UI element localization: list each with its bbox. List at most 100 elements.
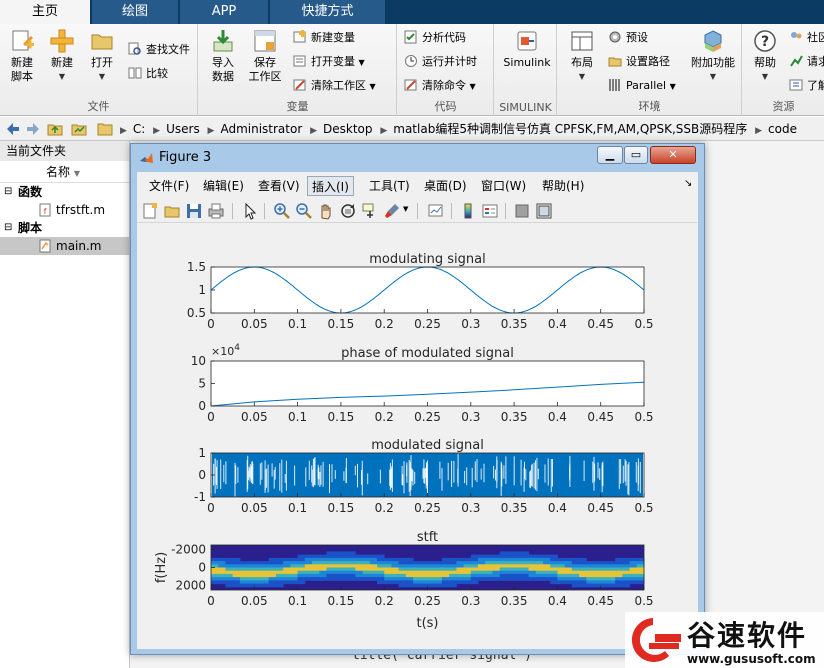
data-cursor-icon[interactable] [361, 202, 379, 220]
forward-arrow-icon[interactable] [24, 120, 42, 138]
minimize-button[interactable]: ▁ [597, 146, 623, 164]
new-variable-button[interactable]: 新建变量 [293, 28, 355, 48]
breadcrumb-item[interactable]: matlab编程5种调制信号仿真 CPFSK,FM,AM,QPSK,SSB源码程… [393, 122, 747, 136]
breadcrumb-item[interactable]: Users [166, 122, 200, 136]
add-ons-dropdown-icon[interactable]: ▼ [688, 70, 738, 84]
menu-tools[interactable]: 工具(T) [365, 176, 414, 196]
breadcrumb-item[interactable]: C: [133, 122, 145, 136]
print-icon[interactable] [207, 202, 225, 220]
y-tick-label: 0.5 [187, 306, 206, 320]
run-and-time-button[interactable]: 运行并计时 [404, 52, 477, 72]
browse-folder-icon[interactable] [70, 120, 88, 138]
zoom-out-icon[interactable] [295, 202, 313, 220]
open-variable-button[interactable]: 打开变量 ▼ [293, 52, 365, 72]
x-tick-label: 0.35 [501, 410, 528, 424]
signal-gap [311, 465, 313, 483]
section-scripts[interactable]: ⊟ 脚本 [0, 219, 129, 237]
request-support-button[interactable]: 请求 [789, 52, 824, 72]
up-folder-icon[interactable] [46, 120, 64, 138]
heatmap-cell [405, 557, 414, 562]
file-item[interactable]: main.m [0, 237, 129, 255]
new-script-button[interactable]: 新建 脚本 [0, 28, 44, 84]
tab-apps[interactable]: APP [180, 0, 268, 24]
figure-axes-canvas[interactable]: modulating signal0 0.05 0.1 0.15 0.2 0.25 0.3 0… [137, 224, 698, 649]
parallel-dropdown-icon[interactable]: ▼ [670, 82, 676, 91]
heatmap-cell [456, 577, 465, 581]
menu-help[interactable]: 帮助(H) [538, 176, 588, 196]
link-plot-icon[interactable] [427, 202, 445, 220]
layout-button[interactable]: 布局 ▼ [560, 28, 604, 84]
heatmap-cell [579, 567, 587, 572]
legend-icon[interactable] [481, 202, 499, 220]
tab-shortcuts[interactable]: 快捷方式 [270, 0, 385, 24]
save-workspace-button[interactable]: 保存 工作区 [243, 28, 287, 84]
heatmap-cell [261, 561, 270, 565]
new-dropdown-icon[interactable]: ▼ [40, 70, 84, 84]
x-tick-label: 0.3 [461, 410, 480, 424]
new-figure-icon[interactable] [141, 202, 159, 220]
breadcrumb-item[interactable]: code [768, 122, 797, 136]
compare-button[interactable]: 比较 [128, 64, 168, 84]
breadcrumb-item[interactable]: Desktop [323, 122, 373, 136]
signal-gap [530, 470, 531, 489]
find-files-button[interactable]: 查找文件 [128, 40, 190, 60]
learn-button[interactable]: 了解 [789, 76, 824, 96]
hide-plot-tools-icon[interactable] [513, 202, 531, 220]
clear-workspace-button[interactable]: 清除工作区 ▼ [293, 76, 376, 96]
simulink-button[interactable]: Simulink [502, 28, 552, 70]
menu-view[interactable]: 查看(V) [254, 176, 304, 196]
heatmap-cell [636, 561, 645, 565]
clear-workspace-dropdown-icon[interactable]: ▼ [370, 82, 376, 91]
close-button[interactable]: ✕ [650, 146, 696, 164]
breadcrumb-item[interactable]: Administrator [220, 122, 302, 136]
x-tick-label: 0.45 [587, 410, 614, 424]
maximize-button[interactable]: ▭ [624, 146, 648, 164]
brush-dropdown-icon[interactable]: ▼ [403, 205, 408, 213]
menu-desktop[interactable]: 桌面(D) [420, 176, 471, 196]
help-dropdown-icon[interactable]: ▼ [743, 70, 787, 84]
heatmap-cell [377, 564, 385, 568]
import-data-button[interactable]: 导入 数据 [201, 28, 245, 84]
collapse-icon[interactable]: ⊟ [4, 183, 12, 201]
name-column-header[interactable]: 名称 ▼ [0, 161, 129, 183]
open-dropdown-icon[interactable]: ▼ [80, 70, 124, 84]
menu-edit[interactable]: 编辑(E) [199, 176, 248, 196]
set-path-button[interactable]: 设置路径 [608, 52, 670, 72]
add-ons-button[interactable]: 附加功能 ▼ [688, 28, 738, 84]
tab-plots[interactable]: 绘图 [92, 0, 178, 24]
open-variable-dropdown-icon[interactable]: ▼ [359, 58, 365, 67]
help-button[interactable]: ? 帮助 ▼ [743, 28, 787, 84]
colorbar-icon[interactable] [459, 202, 477, 220]
brush-icon[interactable] [383, 202, 401, 220]
menu-window[interactable]: 窗口(W) [477, 176, 530, 196]
clear-commands-dropdown-icon[interactable]: ▼ [470, 82, 476, 91]
file-item[interactable]: f tfrstft.m [0, 201, 129, 219]
arrow-pointer-icon[interactable] [241, 202, 259, 220]
pan-hand-icon[interactable] [317, 202, 335, 220]
analyze-code-button[interactable]: 分析代码 [404, 28, 466, 48]
community-button[interactable]: 社区 [789, 28, 824, 48]
zoom-in-icon[interactable] [273, 202, 291, 220]
show-plot-tools-icon[interactable] [535, 202, 553, 220]
collapse-icon[interactable]: ⊟ [4, 219, 12, 237]
dock-arrow-icon[interactable]: ↘ [684, 178, 692, 189]
tab-home[interactable]: 主页 [0, 0, 90, 25]
preferences-button[interactable]: 预设 [608, 28, 648, 48]
layout-dropdown-icon[interactable]: ▼ [560, 70, 604, 84]
section-functions[interactable]: ⊟ 函数 [0, 183, 129, 201]
heatmap-cell [506, 573, 515, 578]
menu-insert[interactable]: 插入(I) [307, 176, 354, 196]
save-icon[interactable] [185, 202, 203, 220]
parallel-button[interactable]: Parallel ▼ [608, 76, 676, 96]
heatmap-cell [283, 577, 291, 581]
open-file-icon[interactable] [163, 202, 181, 220]
menu-file[interactable]: 文件(F) [145, 176, 193, 196]
heatmap-cell [607, 573, 616, 578]
clear-commands-button[interactable]: 清除命令 ▼ [404, 76, 476, 96]
figure-titlebar[interactable]: Figure 3 ▁ ▭ ✕ [131, 144, 704, 172]
rotate-3d-icon[interactable] [339, 202, 357, 220]
open-button[interactable]: 打开 ▼ [80, 28, 124, 84]
back-arrow-icon[interactable] [4, 120, 22, 138]
heatmap-cell [239, 573, 248, 578]
new-button[interactable]: 新建 ▼ [40, 28, 84, 84]
